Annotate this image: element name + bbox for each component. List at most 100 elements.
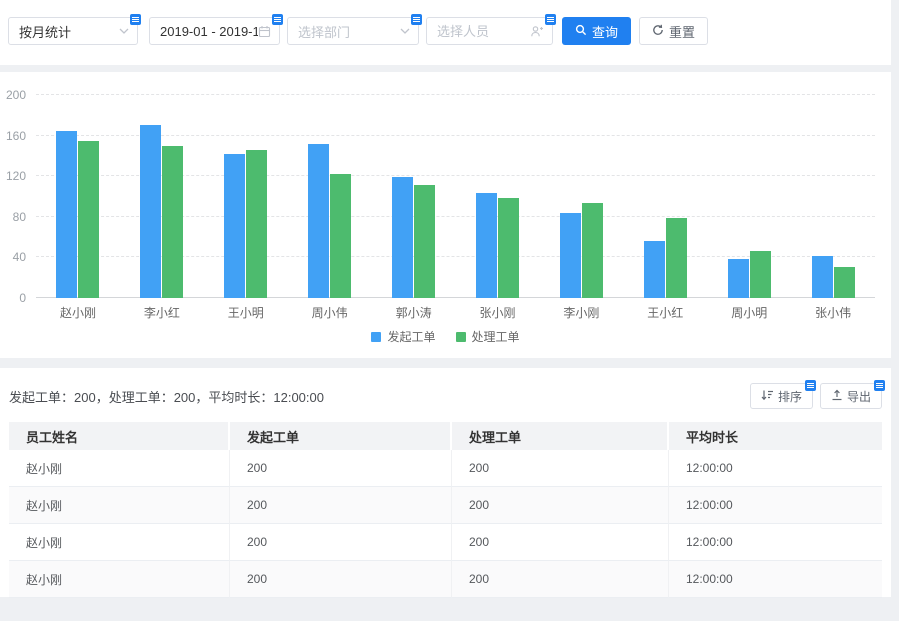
refresh-icon: [652, 24, 664, 39]
table-body: 赵小刚20020012:00:00赵小刚20020012:00:00赵小刚200…: [9, 450, 882, 598]
person-input[interactable]: [427, 24, 530, 39]
x-tick-label: 王小明: [204, 304, 288, 321]
legend-item-发起工单[interactable]: 发起工单: [371, 328, 435, 345]
x-tick-label: 周小伟: [288, 304, 372, 321]
y-tick-label: 80: [0, 209, 26, 225]
date-range-value: 2019-01 - 2019-12: [150, 24, 258, 39]
table-cell: 赵小刚: [9, 561, 230, 598]
annotation-badge-icon: [272, 14, 283, 25]
chevron-down-icon: [119, 27, 129, 35]
table-cell: 200: [452, 450, 669, 487]
legend-swatch-icon: [456, 332, 466, 342]
legend-swatch-icon: [371, 332, 381, 342]
statistics-table-section: 发起工单：200，处理工单：200，平均时长：12:00:00 排序: [0, 368, 891, 597]
x-tick-label: 张小伟: [791, 304, 875, 321]
sort-button[interactable]: 排序: [750, 383, 813, 409]
bar-group-郭小涛: [372, 95, 456, 298]
bar-group-王小红: [623, 95, 707, 298]
发起工单-bar: [476, 193, 497, 298]
department-placeholder: 选择部门: [288, 22, 400, 41]
x-tick-label: 郭小涛: [372, 304, 456, 321]
bar-group-李小红: [120, 95, 204, 298]
table-cell: 200: [230, 524, 452, 561]
person-select-field[interactable]: [426, 17, 553, 45]
chart-plot-area: [36, 95, 875, 298]
annotation-badge-icon: [411, 14, 422, 25]
date-range-picker[interactable]: 2019-01 - 2019-12: [149, 17, 280, 45]
table-toolbar: 发起工单：200，处理工单：200，平均时长：12:00:00 排序: [9, 368, 882, 422]
table-cell: 200: [230, 487, 452, 524]
table-cell: 200: [230, 450, 452, 487]
y-tick-label: 120: [0, 168, 26, 184]
table-cell: 赵小刚: [9, 450, 230, 487]
y-tick-label: 200: [0, 87, 26, 103]
处理工单-bar: [498, 198, 519, 298]
x-tick-label: 李小刚: [539, 304, 623, 321]
column-header: 发起工单: [230, 422, 452, 450]
table-actions: 排序 导出: [743, 383, 882, 409]
page: 按月统计 2019-01 - 2019-12 选择部门: [0, 0, 891, 597]
发起工单-bar: [56, 131, 77, 298]
annotation-badge-icon: [130, 14, 141, 25]
table-cell: 12:00:00: [669, 524, 882, 561]
stat-type-value: 按月统计: [9, 22, 119, 41]
处理工单-bar: [666, 218, 687, 298]
x-tick-label: 张小刚: [456, 304, 540, 321]
发起工单-bar: [392, 177, 413, 298]
x-tick-label: 赵小刚: [36, 304, 120, 321]
发起工单-bar: [728, 259, 749, 298]
table-cell: 200: [452, 487, 669, 524]
处理工单-bar: [162, 146, 183, 298]
chart-bars: [36, 95, 875, 298]
sort-icon: [761, 389, 774, 404]
chevron-down-icon: [400, 27, 410, 35]
bar-group-赵小刚: [36, 95, 120, 298]
table-row: 赵小刚20020012:00:00: [9, 487, 882, 524]
annotation-badge-icon: [874, 380, 885, 391]
workorder-bar-chart[interactable]: 04080120160200 赵小刚李小红王小明周小伟郭小涛张小刚李小刚王小红周…: [0, 72, 891, 358]
处理工单-bar: [246, 150, 267, 298]
annotation-badge-icon: [805, 380, 816, 391]
chart-legend: 发起工单 处理工单: [0, 328, 891, 345]
bar-group-李小刚: [539, 95, 623, 298]
table-header-row: 员工姓名发起工单处理工单平均时长: [9, 422, 882, 450]
filter-toolbar: 按月统计 2019-01 - 2019-12 选择部门: [0, 0, 891, 65]
处理工单-bar: [330, 174, 351, 298]
table-cell: 赵小刚: [9, 487, 230, 524]
y-tick-label: 160: [0, 128, 26, 144]
export-button[interactable]: 导出: [820, 383, 882, 409]
stat-type-select[interactable]: 按月统计: [8, 17, 138, 45]
query-button[interactable]: 查询: [562, 17, 631, 45]
annotation-badge-icon: [545, 14, 556, 25]
table-cell: 200: [452, 561, 669, 598]
发起工单-bar: [644, 241, 665, 298]
query-button-label: 查询: [592, 22, 618, 41]
处理工单-bar: [750, 251, 771, 298]
y-tick-label: 0: [0, 290, 26, 306]
search-icon: [575, 24, 587, 39]
发起工单-bar: [308, 144, 329, 298]
table-row: 赵小刚20020012:00:00: [9, 561, 882, 598]
bar-group-周小明: [707, 95, 791, 298]
table-cell: 200: [452, 524, 669, 561]
bar-group-张小刚: [456, 95, 540, 298]
发起工单-bar: [140, 125, 161, 298]
department-select[interactable]: 选择部门: [287, 17, 419, 45]
bar-group-王小明: [204, 95, 288, 298]
person-add-icon: [530, 25, 544, 38]
table-cell: 赵小刚: [9, 524, 230, 561]
发起工单-bar: [560, 213, 581, 298]
statistics-table: 员工姓名发起工单处理工单平均时长 赵小刚20020012:00:00赵小刚200…: [9, 422, 882, 598]
x-tick-label: 王小红: [623, 304, 707, 321]
table-row: 赵小刚20020012:00:00: [9, 524, 882, 561]
reset-button[interactable]: 重置: [639, 17, 708, 45]
发起工单-bar: [812, 256, 833, 298]
bar-group-张小伟: [791, 95, 875, 298]
legend-item-处理工单[interactable]: 处理工单: [456, 328, 520, 345]
column-header: 平均时长: [669, 422, 882, 450]
bar-group-周小伟: [288, 95, 372, 298]
summary-text: 发起工单：200，处理工单：200，平均时长：12:00:00: [9, 387, 324, 406]
x-axis-labels: 赵小刚李小红王小明周小伟郭小涛张小刚李小刚王小红周小明张小伟: [36, 304, 875, 321]
column-header: 员工姓名: [9, 422, 230, 450]
reset-button-label: 重置: [669, 22, 695, 41]
